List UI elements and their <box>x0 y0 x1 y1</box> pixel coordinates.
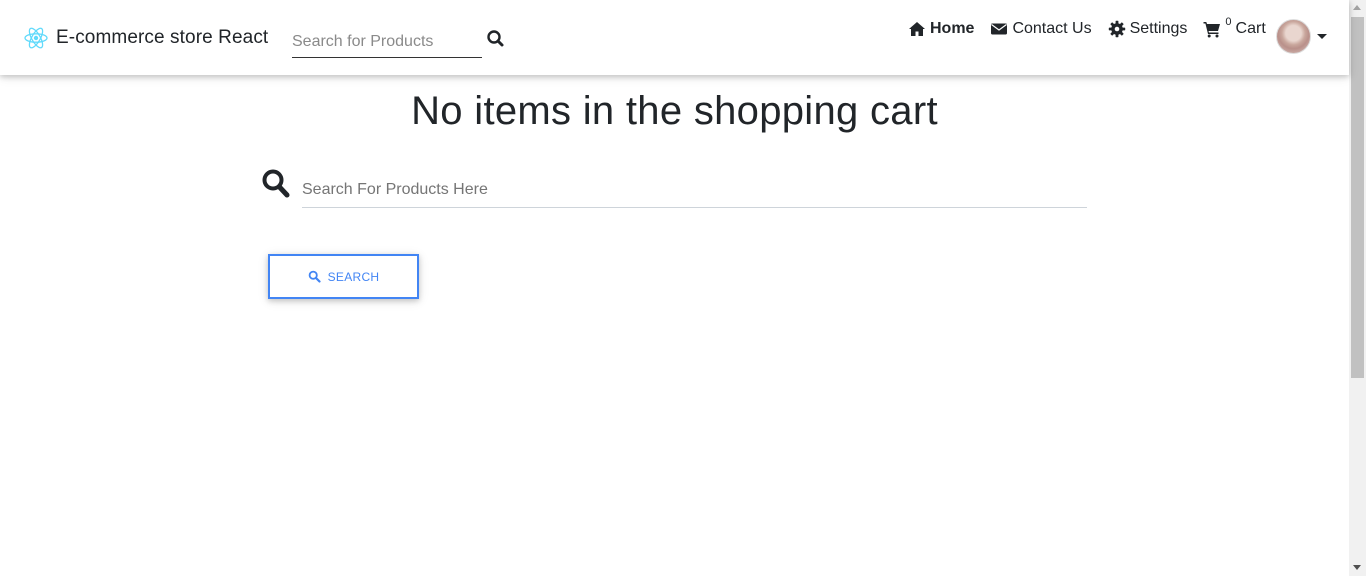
nav-search-input[interactable] <box>292 24 482 58</box>
nav-settings-link[interactable]: Settings <box>1108 20 1188 38</box>
vertical-scrollbar[interactable] <box>1349 0 1366 576</box>
nav-contact-label: Contact Us <box>1012 20 1092 37</box>
main-content: No items in the shopping cart SEARCH <box>0 75 1349 576</box>
search-icon <box>261 168 291 200</box>
product-search-input[interactable] <box>302 172 1087 208</box>
avatar <box>1276 19 1311 54</box>
nav-cart-link[interactable]: 0 Cart <box>1203 16 1266 38</box>
search-button-label: SEARCH <box>327 269 380 284</box>
nav-settings-label: Settings <box>1129 20 1188 37</box>
page: E-commerce store React Home <box>0 0 1366 576</box>
brand-name: E-commerce store React <box>56 27 269 48</box>
caret-down-icon <box>1317 34 1327 39</box>
gear-icon <box>1108 20 1126 38</box>
react-logo-icon <box>23 25 49 51</box>
scroll-down-icon[interactable] <box>1353 565 1361 570</box>
nav-contact-link[interactable]: Contact Us <box>990 20 1092 38</box>
home-icon <box>908 20 926 38</box>
envelope-icon <box>990 20 1008 38</box>
shopping-cart-icon <box>1203 20 1221 38</box>
brand-link[interactable]: E-commerce store React <box>23 25 268 51</box>
nav-home-label: Home <box>930 20 975 37</box>
scroll-up-icon[interactable] <box>1353 5 1361 10</box>
page-title: No items in the shopping cart <box>411 89 938 133</box>
navbar: E-commerce store React Home <box>0 0 1349 75</box>
search-icon[interactable] <box>485 28 507 50</box>
nav-links: Home Contact Us Settings 0 Cart <box>908 16 1266 38</box>
nav-home-link[interactable]: Home <box>908 20 974 38</box>
search-button[interactable]: SEARCH <box>268 254 419 299</box>
scroll-thumb[interactable] <box>1351 17 1364 378</box>
nav-search-form <box>292 24 504 58</box>
user-menu-toggle[interactable] <box>1276 19 1327 54</box>
search-icon <box>308 270 321 283</box>
cart-count-badge: 0 <box>1225 16 1232 28</box>
nav-cart-label: Cart <box>1235 20 1266 37</box>
product-search-form <box>261 168 1087 208</box>
